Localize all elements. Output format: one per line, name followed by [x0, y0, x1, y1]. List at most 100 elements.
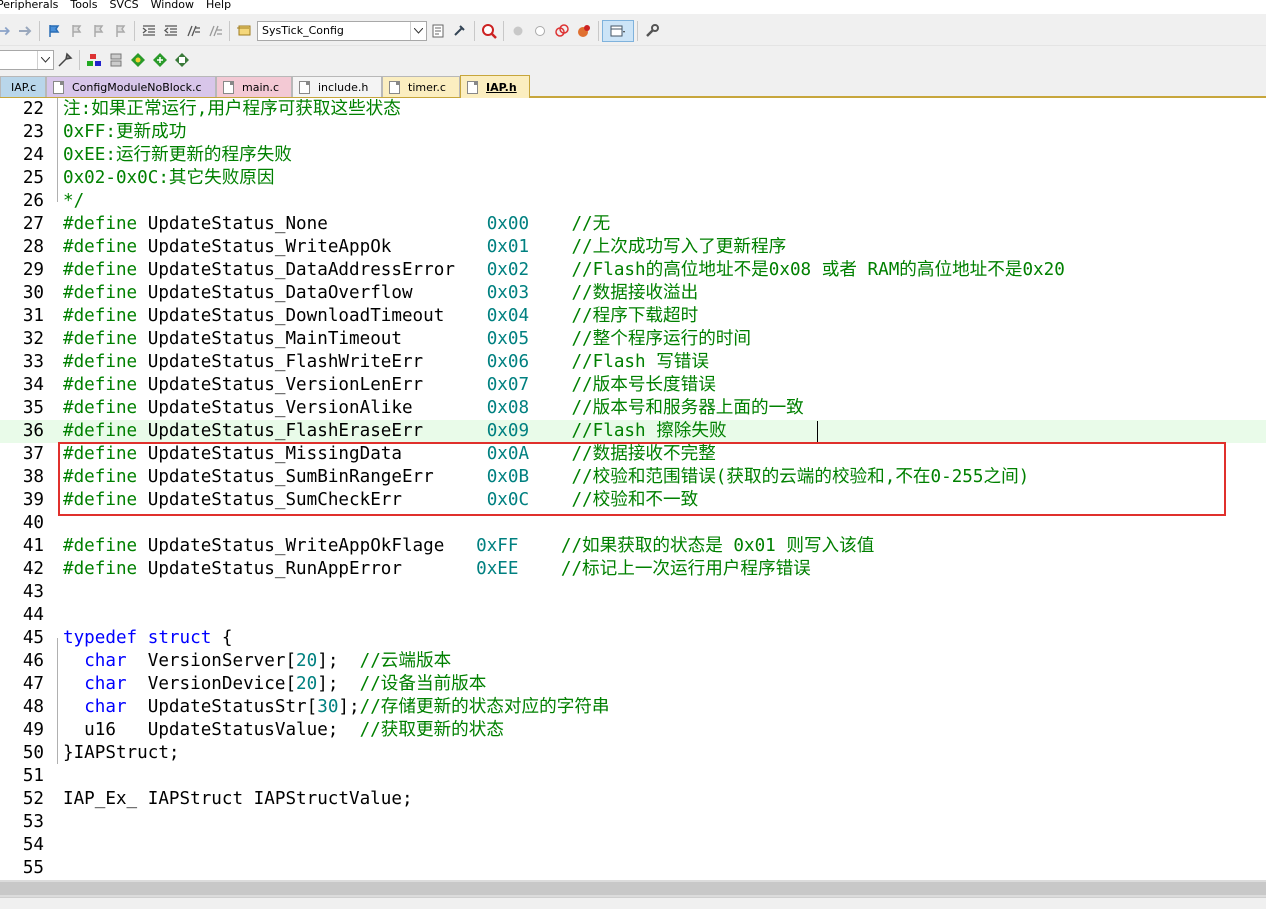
disable-all-breakpoints-icon[interactable] [551, 20, 573, 42]
bookmark-icon[interactable] [43, 20, 65, 42]
separator [229, 20, 230, 41]
tab-main-c[interactable]: main.c [216, 76, 292, 97]
configure-icon[interactable] [641, 20, 663, 42]
debug-icon[interactable] [478, 20, 500, 42]
target-options-icon[interactable] [54, 49, 76, 71]
pack-installer-icon[interactable] [149, 49, 171, 71]
code-token: UpdateStatus_FlashWriteErr [137, 352, 487, 372]
find-combo[interactable]: SysTick_Config [257, 20, 427, 41]
code-token: //校验和范围错误(获取的云端的校验和,不在0-255之间) [571, 467, 1030, 487]
code-line[interactable]: 30 #define UpdateStatus_DataOverflow 0x03… [0, 282, 1266, 305]
manage-project-icon[interactable] [83, 49, 105, 71]
file-icon [223, 80, 234, 94]
next-bookmark-icon[interactable] [87, 20, 109, 42]
code-line[interactable]: 44 [0, 604, 1266, 627]
code-line[interactable]: 22 注:如果正常运行,用户程序可获取这些状态 [0, 98, 1266, 121]
line-number: 26 [22, 191, 44, 211]
code-line[interactable]: 25 0x02-0x0C:其它失败原因 [0, 167, 1266, 190]
device-database-icon[interactable] [171, 49, 193, 71]
disable-breakpoint-icon[interactable] [529, 20, 551, 42]
prev-bookmark-icon[interactable] [65, 20, 87, 42]
code-line[interactable]: 41 #define UpdateStatus_WriteAppOkFlage 0… [0, 535, 1266, 558]
code-line[interactable]: 43 [0, 581, 1266, 604]
chevron-down-icon[interactable] [410, 21, 426, 40]
code-line[interactable]: 38 #define UpdateStatus_SumBinRangeErr 0x… [0, 466, 1266, 489]
code-line[interactable]: 28 #define UpdateStatus_WriteAppOk 0x01 /… [0, 236, 1266, 259]
code-line[interactable]: 47 char VersionDevice[20]; //设备当前版本 [0, 673, 1266, 696]
manage-run-time-icon[interactable] [127, 49, 149, 71]
tab-timer-c[interactable]: timer.c [382, 76, 460, 97]
code-line[interactable]: 54 [0, 834, 1266, 857]
menu-tools[interactable]: Tools [64, 0, 103, 11]
code-line[interactable]: 48 char UpdateStatusStr[30];//存储更新的状态对应的… [0, 696, 1266, 719]
code-line[interactable]: 36 #define UpdateStatus_FlashEraseErr 0x0… [0, 420, 1266, 443]
fold-line [57, 638, 58, 764]
tab-configmodulenoblock-c[interactable]: ConfigModuleNoBlock.c [46, 76, 216, 97]
code-line[interactable]: 51 [0, 765, 1266, 788]
code-line[interactable]: 55 [0, 857, 1266, 880]
code-line[interactable]: 42 #define UpdateStatus_RunAppError 0xEE … [0, 558, 1266, 581]
tab-include-h[interactable]: include.h [292, 76, 382, 97]
select-software-packs-icon[interactable] [105, 49, 127, 71]
code-line[interactable]: 39 #define UpdateStatus_SumCheckErr 0x0C … [0, 489, 1266, 512]
code-line[interactable]: 53 [0, 811, 1266, 834]
code-line[interactable]: 26 */ [0, 190, 1266, 213]
code-token: 0x02 [486, 260, 530, 280]
code-line[interactable]: 49 u16 UpdateStatusValue; //获取更新的状态 [0, 719, 1266, 742]
code-line[interactable]: 35 #define UpdateStatus_VersionAlike 0x08… [0, 397, 1266, 420]
code-token: #define [63, 398, 138, 418]
code-line[interactable]: 24 0xEE:运行新更新的程序失败 [0, 144, 1266, 167]
code-line[interactable]: 31 #define UpdateStatus_DownloadTimeout 0… [0, 305, 1266, 328]
breakpoint-icon[interactable] [507, 20, 529, 42]
indent-icon[interactable] [138, 20, 160, 42]
code-text: #define UpdateStatus_VersionAlike 0x08 /… [63, 397, 804, 420]
code-line[interactable]: 32 #define UpdateStatus_MainTimeout 0x05 … [0, 328, 1266, 351]
code-line[interactable]: 34 #define UpdateStatus_VersionLenErr 0x0… [0, 374, 1266, 397]
code-line[interactable]: 46 char VersionServer[20]; //云端版本 [0, 650, 1266, 673]
code-token: 0x0A [486, 444, 530, 464]
incremental-find-icon[interactable] [449, 20, 471, 42]
kill-breakpoints-icon[interactable] [573, 20, 595, 42]
code-line[interactable]: 23 0xFF:更新成功 [0, 121, 1266, 144]
code-line[interactable]: 27 #define UpdateStatus_None 0x00 //无 [0, 213, 1266, 236]
target-combo[interactable] [0, 50, 54, 70]
menu-window[interactable]: Window [145, 0, 200, 11]
clear-bookmarks-icon[interactable] [109, 20, 131, 42]
code-token: UpdateStatus_WriteAppOkFlage [137, 536, 477, 556]
code-token: #define [63, 237, 138, 257]
comment-icon[interactable] [182, 20, 204, 42]
uncomment-icon[interactable] [204, 20, 226, 42]
code-line[interactable]: 37 #define UpdateStatus_MissingData 0x0A … [0, 443, 1266, 466]
tab-iap-h[interactable]: IAP.h [460, 75, 530, 98]
unindent-icon[interactable] [160, 20, 182, 42]
code-line[interactable]: 50}IAPStruct; [0, 742, 1266, 765]
code-line[interactable]: 45 typedef struct { [0, 627, 1266, 650]
menu-svcs[interactable]: SVCS [103, 0, 144, 11]
scrollbar-thumb[interactable] [0, 882, 1266, 895]
code-token: 0x09 [486, 421, 530, 441]
tab-iap-c[interactable]: IAP.c [0, 76, 46, 97]
horizontal-scrollbar[interactable] [0, 880, 1266, 897]
code-token: //整个程序运行的时间 [571, 329, 751, 349]
code-line[interactable]: 33 #define UpdateStatus_FlashWriteErr 0x0… [0, 351, 1266, 374]
find-icon[interactable] [427, 20, 449, 42]
menu-help[interactable]: Help [200, 0, 237, 11]
window-layout-icon[interactable] [602, 19, 634, 42]
code-token: #define [63, 559, 138, 579]
code-token: //存储更新的状态对应的字符串 [359, 697, 610, 717]
code-text: IAP_Ex_ IAPStruct IAPStructValue; [63, 788, 413, 811]
code-line[interactable]: 40 [0, 512, 1266, 535]
code-line[interactable]: 29 #define UpdateStatus_DataAddressError … [0, 259, 1266, 282]
code-token: VersionServer[ [126, 651, 297, 671]
back-icon[interactable] [0, 20, 14, 42]
file-icon [299, 80, 310, 94]
chevron-down-icon[interactable] [37, 51, 53, 69]
tab-label: IAP.c [11, 80, 37, 94]
find-in-files-icon[interactable] [233, 20, 255, 42]
code-text: #define UpdateStatus_VersionLenErr 0x07 … [63, 374, 716, 397]
forward-icon[interactable] [14, 20, 36, 42]
code-editor[interactable]: 22 注:如果正常运行,用户程序可获取这些状态 23 0xFF:更新成功 24 0xEE:… [0, 98, 1266, 880]
menu-peripherals[interactable]: Peripherals [0, 0, 64, 11]
code-line[interactable]: 52 IAP_Ex_ IAPStruct IAPStructValue; [0, 788, 1266, 811]
